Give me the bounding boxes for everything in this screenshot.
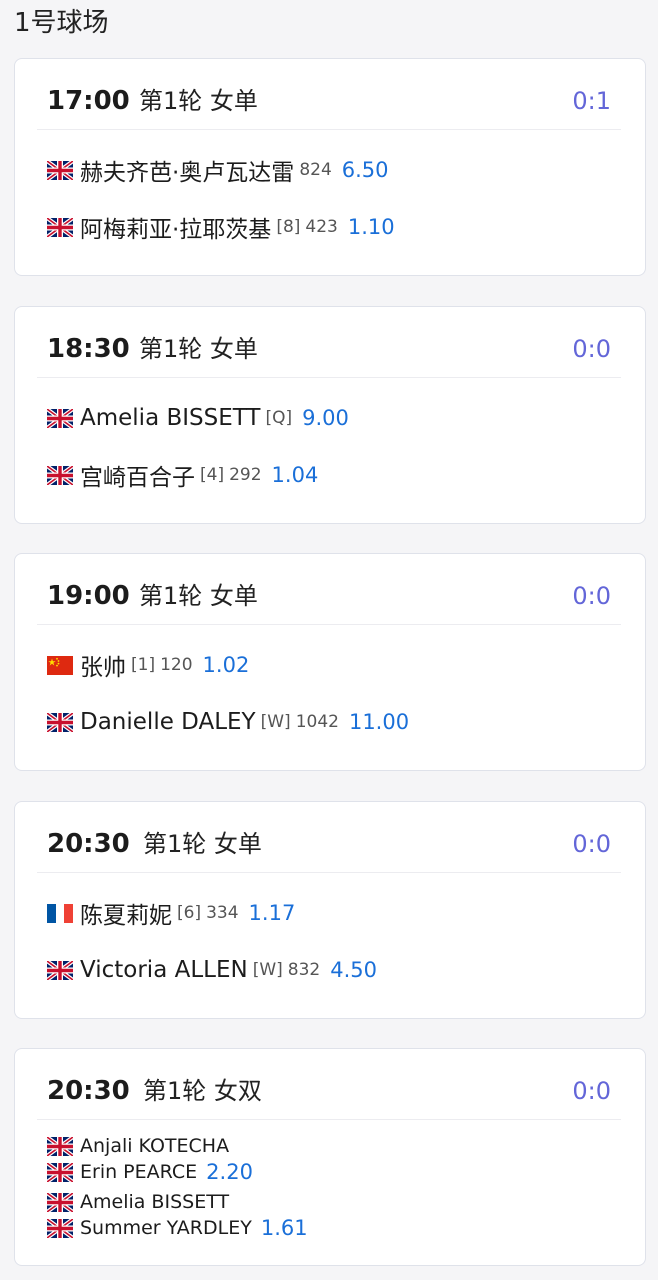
match-header: 20:30 第1轮 女双 0:0 bbox=[37, 1049, 621, 1120]
round-label: 第1轮 女双 bbox=[143, 1077, 262, 1105]
player-row[interactable]: 陈夏莉妮 [6] 334 1.17 bbox=[47, 897, 295, 929]
player-rank: 824 bbox=[299, 160, 332, 180]
player-row[interactable]: 阿梅莉亚·拉耶茨基 [8] 423 1.10 bbox=[47, 211, 395, 243]
player-name: 阿梅莉亚·拉耶茨基 bbox=[80, 217, 272, 243]
player-name: 陈夏莉妮 bbox=[80, 903, 172, 929]
gb-flag-icon bbox=[47, 409, 73, 428]
player-seed: [W] bbox=[252, 960, 283, 980]
player-name: 赫夫齐芭·奥卢瓦达雷 bbox=[80, 160, 295, 186]
match-score: 0:0 bbox=[572, 582, 611, 610]
match-score: 0:0 bbox=[572, 1077, 611, 1105]
match-header: 17:00 第1轮 女单 0:1 bbox=[37, 59, 621, 130]
player-name: Erin PEARCE bbox=[80, 1161, 198, 1183]
player-name: Danielle DALEY bbox=[80, 709, 256, 735]
match-time: 19:00 bbox=[47, 581, 130, 611]
player-rank: 120 bbox=[160, 655, 193, 675]
match-time: 17:00 bbox=[47, 86, 130, 116]
player-name: Victoria ALLEN bbox=[80, 957, 248, 983]
player-name: Amelia BISSETT bbox=[80, 405, 261, 431]
match-card[interactable]: 17:00 第1轮 女单 0:1 赫夫齐芭·奥卢瓦达雷 824 6.50 阿梅莉… bbox=[14, 58, 646, 276]
player-name: 张帅 bbox=[80, 655, 126, 681]
match-time: 18:30 bbox=[47, 334, 130, 364]
gb-flag-icon bbox=[47, 1193, 73, 1212]
gb-flag-icon bbox=[47, 961, 73, 980]
player-rank: 334 bbox=[206, 903, 239, 923]
player-odds[interactable]: 1.04 bbox=[272, 463, 319, 487]
team-odds[interactable]: 1.61 bbox=[261, 1216, 308, 1240]
gb-flag-icon bbox=[47, 466, 73, 485]
player-rank: 832 bbox=[287, 960, 321, 980]
team-member-row[interactable]: Amelia BISSETT bbox=[47, 1189, 238, 1215]
team-member-row[interactable]: Erin PEARCE 2.20 bbox=[47, 1159, 253, 1185]
player-rank: 292 bbox=[229, 465, 262, 485]
player-odds[interactable]: 1.02 bbox=[203, 653, 250, 677]
match-header: 18:30 第1轮 女单 0:0 bbox=[37, 307, 621, 378]
player-row[interactable]: Victoria ALLEN [W] 832 4.50 bbox=[47, 954, 377, 986]
player-row[interactable]: 宫崎百合子 [4] 292 1.04 bbox=[47, 459, 318, 491]
match-header: 20:30 第1轮 女单 0:0 bbox=[37, 802, 621, 873]
match-card[interactable]: 19:00 第1轮 女单 0:0 张帅 [1] 120 1.02 Daniell… bbox=[14, 553, 646, 771]
match-score: 0:0 bbox=[572, 335, 611, 363]
player-odds[interactable]: 4.50 bbox=[330, 958, 377, 982]
court-title: 1号球场 bbox=[14, 8, 109, 38]
player-name: Amelia BISSETT bbox=[80, 1191, 230, 1213]
gb-flag-icon bbox=[47, 218, 73, 237]
gb-flag-icon bbox=[47, 161, 73, 180]
player-name: Anjali KOTECHA bbox=[80, 1135, 230, 1157]
match-card[interactable]: 18:30 第1轮 女单 0:0 Amelia BISSETT [Q] 9.00… bbox=[14, 306, 646, 524]
player-rank: 1042 bbox=[295, 712, 339, 732]
player-odds[interactable]: 1.10 bbox=[348, 215, 395, 239]
team-odds[interactable]: 2.20 bbox=[206, 1160, 253, 1184]
match-score: 0:0 bbox=[572, 830, 611, 858]
player-seed: [Q] bbox=[265, 408, 293, 428]
round-label: 第1轮 女单 bbox=[143, 830, 262, 858]
player-name: 宫崎百合子 bbox=[80, 465, 195, 491]
gb-flag-icon bbox=[47, 713, 73, 732]
cn-flag-icon bbox=[47, 655, 73, 675]
player-rank: 423 bbox=[305, 217, 338, 237]
player-seed: [1] bbox=[131, 655, 156, 675]
player-seed: [6] bbox=[177, 903, 202, 923]
player-odds[interactable]: 1.17 bbox=[249, 901, 296, 925]
fr-flag-icon bbox=[47, 903, 73, 923]
player-name: Summer YARDLEY bbox=[80, 1217, 252, 1239]
player-row[interactable]: 赫夫齐芭·奥卢瓦达雷 824 6.50 bbox=[47, 154, 389, 186]
match-score: 0:1 bbox=[572, 87, 611, 115]
match-card[interactable]: 20:30 第1轮 女双 0:0 Anjali KOTECHA Erin PEA… bbox=[14, 1048, 646, 1266]
team-member-row[interactable]: Anjali KOTECHA bbox=[47, 1133, 238, 1159]
match-time: 20:30 bbox=[47, 1076, 130, 1106]
player-row[interactable]: Amelia BISSETT [Q] 9.00 bbox=[47, 402, 349, 434]
gb-flag-icon bbox=[47, 1137, 73, 1156]
player-seed: [8] bbox=[276, 217, 301, 237]
match-time: 20:30 bbox=[47, 829, 130, 859]
round-label: 第1轮 女单 bbox=[139, 335, 258, 363]
player-row[interactable]: Danielle DALEY [W] 1042 11.00 bbox=[47, 706, 409, 738]
round-label: 第1轮 女单 bbox=[139, 582, 258, 610]
player-odds[interactable]: 11.00 bbox=[349, 710, 409, 734]
player-seed: [4] bbox=[200, 465, 225, 485]
gb-flag-icon bbox=[47, 1219, 73, 1238]
gb-flag-icon bbox=[47, 1163, 73, 1182]
player-row[interactable]: 张帅 [1] 120 1.02 bbox=[47, 649, 249, 681]
player-seed: [W] bbox=[260, 712, 291, 732]
player-odds[interactable]: 6.50 bbox=[342, 158, 389, 182]
team-member-row[interactable]: Summer YARDLEY 1.61 bbox=[47, 1215, 308, 1241]
player-odds[interactable]: 9.00 bbox=[302, 406, 349, 430]
round-label: 第1轮 女单 bbox=[139, 87, 258, 115]
match-header: 19:00 第1轮 女单 0:0 bbox=[37, 554, 621, 625]
match-card[interactable]: 20:30 第1轮 女单 0:0 陈夏莉妮 [6] 334 1.17 Victo… bbox=[14, 801, 646, 1019]
